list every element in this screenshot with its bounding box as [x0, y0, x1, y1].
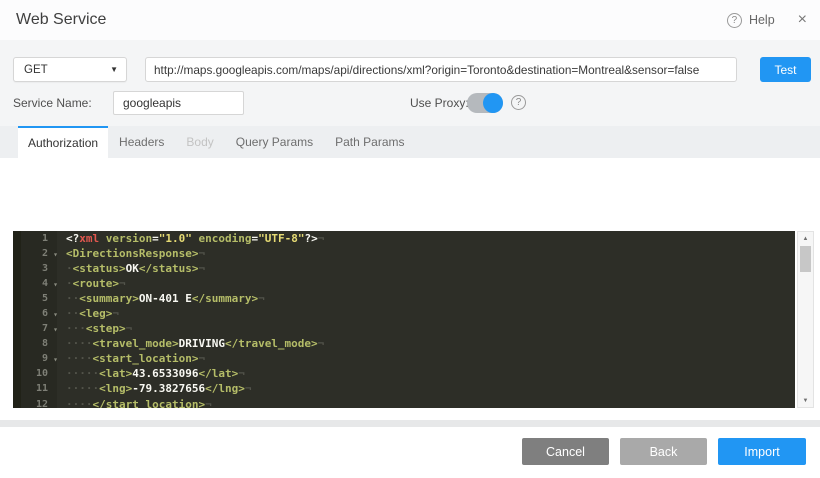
page-title: Web Service [16, 0, 106, 40]
line-number: 2▾ [13, 246, 57, 261]
line-number: 4▾ [13, 276, 57, 291]
editor-scrollbar[interactable]: ▲ ▼ [797, 231, 814, 408]
line-number: 11 [13, 381, 57, 396]
use-proxy-label: Use Proxy: [410, 91, 469, 115]
fold-toggle-icon[interactable]: ▾ [53, 322, 58, 337]
scrollbar-thumb[interactable] [800, 246, 811, 272]
response-code-editor[interactable]: 1<?xml version="1.0" encoding="UTF-8"?>¬… [13, 231, 795, 408]
code-text[interactable]: <DirectionsResponse>¬ [57, 246, 205, 261]
service-name-label: Service Name: [13, 91, 92, 115]
use-proxy-toggle[interactable] [467, 93, 503, 113]
code-line: 10·····<lat>43.6533096</lat>¬ [13, 366, 795, 381]
scrollbar-down-icon[interactable]: ▼ [798, 394, 813, 407]
code-line: 1<?xml version="1.0" encoding="UTF-8"?>¬ [13, 231, 795, 246]
tab-query-params[interactable]: Query Params [225, 126, 324, 158]
footer-buttons: Cancel Back Import [0, 438, 806, 465]
code-text[interactable]: ··<leg>¬ [57, 306, 119, 321]
tab-authorization[interactable]: Authorization [18, 126, 108, 158]
request-section: GET ▼ Test Service Name: Use Proxy: ? [0, 40, 820, 128]
code-lines: 1<?xml version="1.0" encoding="UTF-8"?>¬… [13, 231, 795, 408]
code-text[interactable]: ·····<lng>-79.3827656</lng>¬ [57, 381, 251, 396]
import-button[interactable]: Import [718, 438, 806, 465]
url-input[interactable] [145, 57, 737, 82]
service-name-input[interactable] [113, 91, 244, 115]
code-text[interactable]: ····<start_location>¬ [57, 351, 205, 366]
http-method-select[interactable]: GET ▼ [13, 57, 127, 82]
code-line: 11·····<lng>-79.3827656</lng>¬ [13, 381, 795, 396]
code-text[interactable]: <?xml version="1.0" encoding="UTF-8"?>¬ [57, 231, 324, 246]
code-line: 3·<status>OK</status>¬ [13, 261, 795, 276]
line-number: 6▾ [13, 306, 57, 321]
tab-body[interactable]: Body [175, 126, 224, 158]
code-text[interactable]: ·<status>OK</status>¬ [57, 261, 205, 276]
proxy-help-icon[interactable]: ? [511, 95, 526, 110]
code-line: 7▾···<step>¬ [13, 321, 795, 336]
code-line: 4▾·<route>¬ [13, 276, 795, 291]
line-number: 9▾ [13, 351, 57, 366]
line-number: 12 [13, 397, 57, 408]
scrollbar-up-icon[interactable]: ▲ [798, 232, 813, 245]
code-text[interactable]: ····<travel_mode>DRIVING</travel_mode>¬ [57, 336, 324, 351]
code-text[interactable]: ··<summary>ON-401 E</summary>¬ [57, 291, 265, 306]
fold-toggle-icon[interactable]: ▾ [53, 247, 58, 262]
fold-toggle-icon[interactable]: ▾ [53, 352, 58, 367]
line-number: 1 [13, 231, 57, 246]
help-icon[interactable]: ? [727, 13, 742, 28]
footer-divider [0, 420, 820, 427]
test-button[interactable]: Test [760, 57, 811, 82]
cancel-button[interactable]: Cancel [522, 438, 609, 465]
toggle-knob [483, 93, 503, 113]
chevron-down-icon: ▼ [110, 65, 126, 74]
code-line: 12····</start_location>¬ [13, 397, 795, 408]
back-button[interactable]: Back [620, 438, 707, 465]
line-number: 5 [13, 291, 57, 306]
code-line: 6▾··<leg>¬ [13, 306, 795, 321]
code-text[interactable]: ···<step>¬ [57, 321, 132, 336]
code-line: 5··<summary>ON-401 E</summary>¬ [13, 291, 795, 306]
code-line: 8····<travel_mode>DRIVING</travel_mode>¬ [13, 336, 795, 351]
close-icon[interactable]: × [798, 12, 807, 28]
line-number: 10 [13, 366, 57, 381]
web-service-dialog: Web Service ? Help × GET ▼ Test Service … [0, 0, 820, 478]
code-text[interactable]: ····</start_location>¬ [57, 397, 212, 408]
tab-headers[interactable]: Headers [108, 126, 175, 158]
line-number: 8 [13, 336, 57, 351]
code-line: 9▾····<start_location>¬ [13, 351, 795, 366]
tabs-container: AuthorizationHeadersBodyQuery ParamsPath… [18, 126, 416, 158]
line-number: 7▾ [13, 321, 57, 336]
code-text[interactable]: ·<route>¬ [57, 276, 126, 291]
help-link[interactable]: Help [749, 13, 775, 27]
fold-toggle-icon[interactable]: ▾ [53, 277, 58, 292]
dialog-header: Web Service ? Help × [0, 0, 820, 40]
http-method-value: GET [14, 64, 110, 76]
code-line: 2▾<DirectionsResponse>¬ [13, 246, 795, 261]
fold-toggle-icon[interactable]: ▾ [53, 307, 58, 322]
code-text[interactable]: ·····<lat>43.6533096</lat>¬ [57, 366, 245, 381]
tab-path-params[interactable]: Path Params [324, 126, 415, 158]
line-number: 3 [13, 261, 57, 276]
